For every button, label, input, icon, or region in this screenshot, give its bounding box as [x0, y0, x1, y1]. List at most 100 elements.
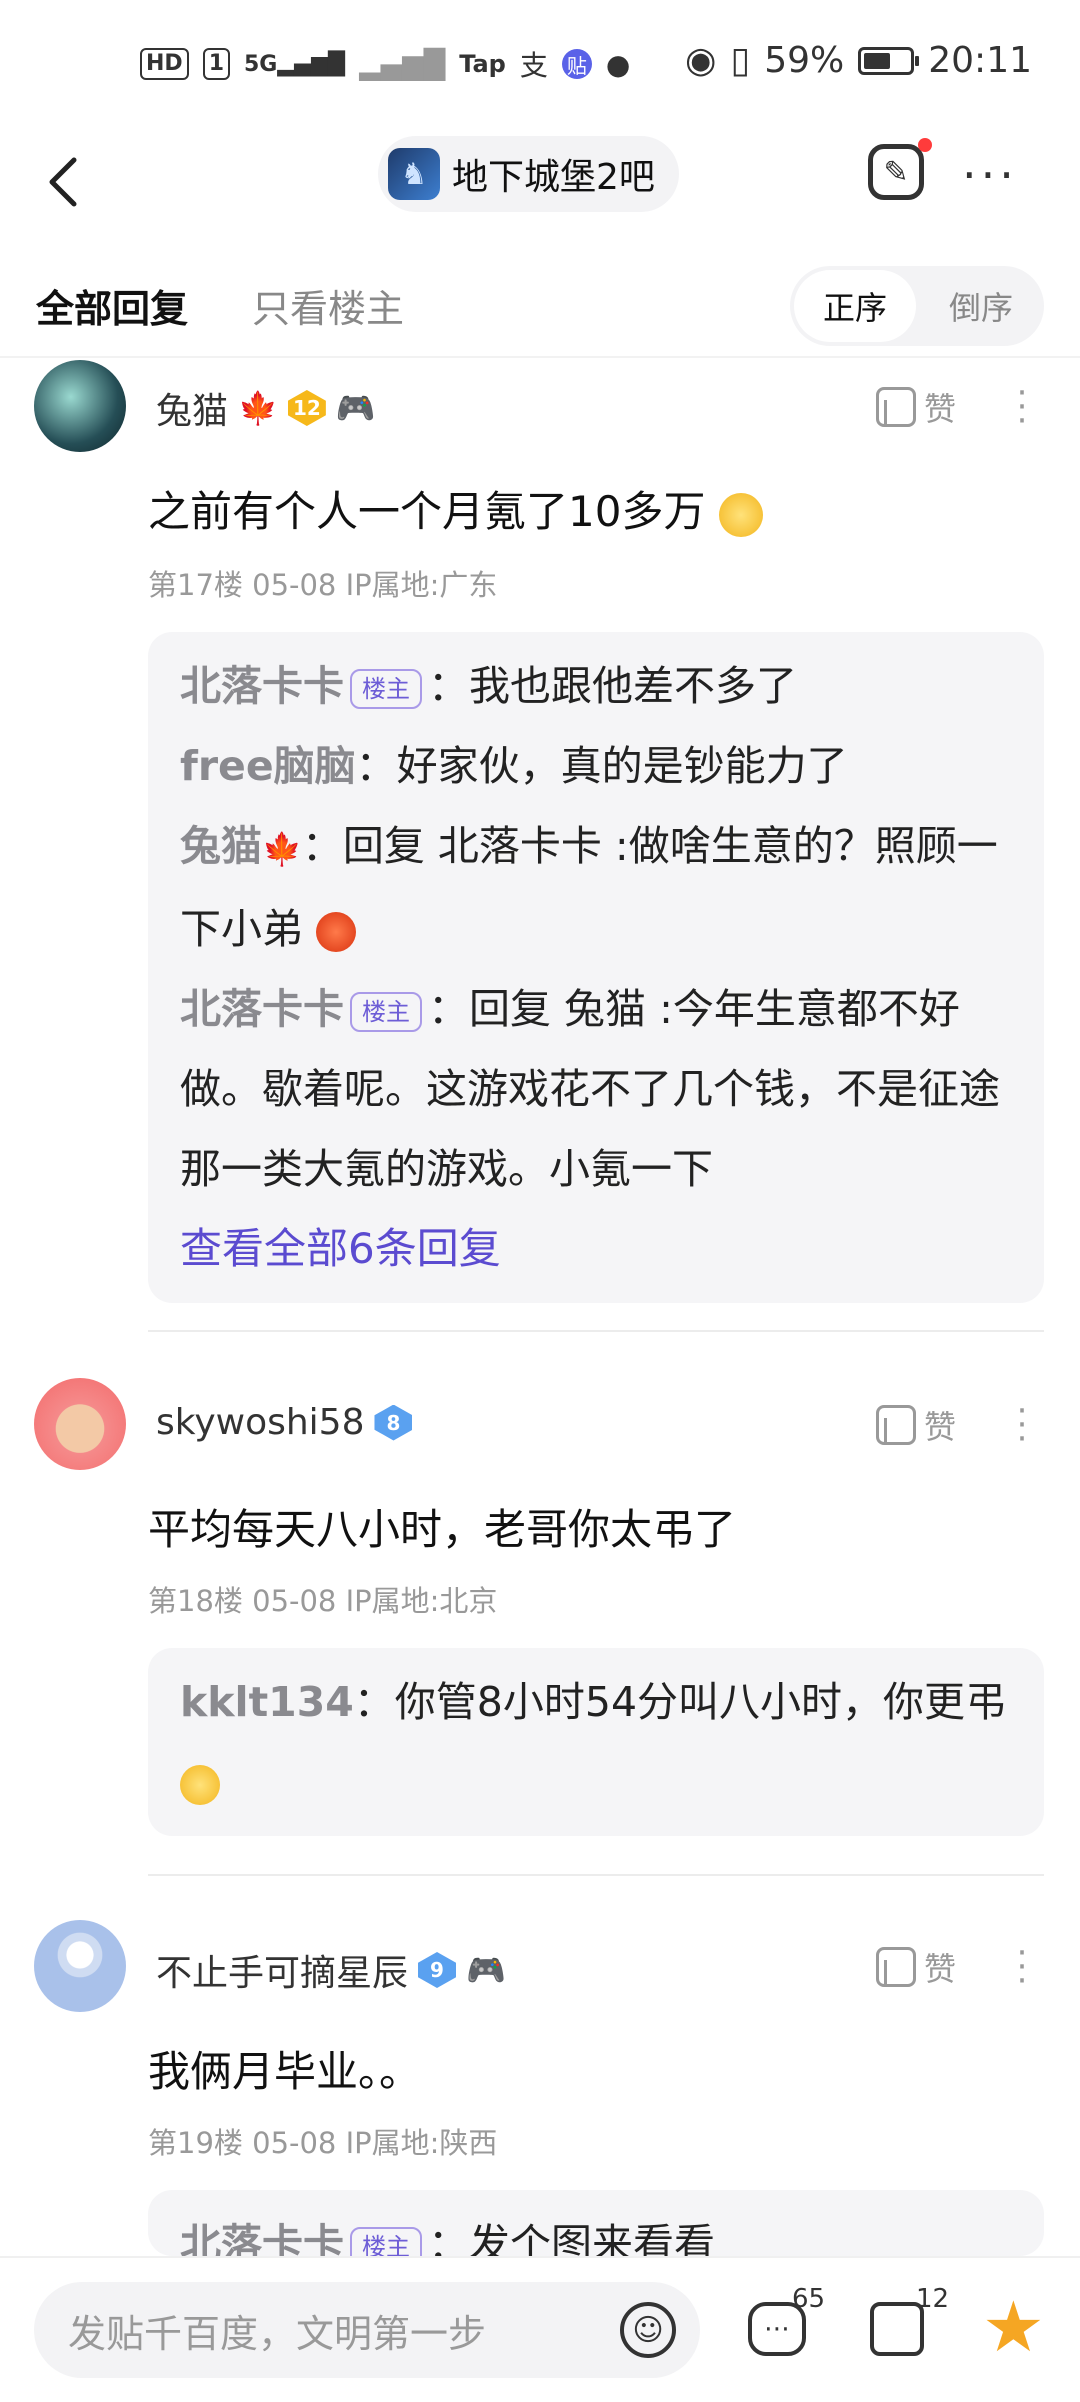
sort-asc-button[interactable]: 正序 [794, 270, 916, 342]
forum-name: 地下城堡2吧 [452, 157, 655, 198]
reply-text: 你管8小时54分叫八小时，你更弔 [394, 1678, 1007, 1726]
tab-op-only[interactable]: 只看楼主 [252, 278, 404, 333]
reply-box: 北落卡卡 楼主 ：发个图来看看 [148, 2190, 1044, 2256]
avatar[interactable] [34, 1920, 126, 2012]
qq-icon: ● [605, 47, 631, 81]
eye-icon: ◉ [685, 40, 717, 81]
gamepad-icon: 🎮 [335, 389, 376, 427]
vibrate-icon: ▯ [730, 40, 751, 81]
post-more-icon[interactable]: · · · [1016, 1394, 1028, 1456]
post-more-icon[interactable]: · · · [1016, 376, 1028, 438]
gamepad-icon: 🎮 [466, 1951, 506, 1989]
back-button[interactable] [44, 152, 84, 222]
reply-author[interactable]: free脑脑 [180, 742, 356, 790]
like-label: 赞 [924, 1950, 957, 1988]
favorite-star-icon[interactable]: ★ [982, 2292, 1045, 2362]
reply-item[interactable]: kklt134：你管8小时54分叫八小时，你更弔 [180, 1662, 1012, 1822]
reply-item[interactable]: 北落卡卡 楼主 ：发个图来看看 [180, 2204, 1012, 2256]
comment-count: 65 [792, 2284, 826, 2314]
reply-author[interactable]: 北落卡卡 [180, 985, 344, 1033]
reply-author[interactable]: 北落卡卡 [180, 2220, 344, 2256]
sort-desc-button[interactable]: 倒序 [922, 270, 1040, 342]
post-text: 我俩月毕业。。 [148, 2047, 422, 2096]
reply-item[interactable]: free脑脑：好家伙，真的是钞能力了 [180, 726, 1012, 806]
post-divider [148, 1874, 1044, 1876]
comment-icon: ⋯ [764, 2314, 790, 2344]
username[interactable]: 兔猫 [156, 382, 228, 434]
nav-bar: ♞ 地下城堡2吧 ✎ ··· [0, 130, 1080, 240]
op-tag: 楼主 [350, 2227, 422, 2256]
level-badge: 12 [287, 390, 326, 426]
like-label: 赞 [924, 390, 957, 428]
reply-author[interactable]: kklt134 [180, 1678, 354, 1726]
compose-button[interactable]: ✎ [868, 144, 924, 200]
level-badge: 8 [374, 1404, 413, 1441]
battery-icon [858, 46, 920, 75]
post-text: 平均每天八小时，老哥你太弔了 [148, 1505, 737, 1554]
hd-icon: HD [140, 48, 189, 80]
notification-dot [918, 138, 932, 152]
user-row: 兔猫 🍁 12 🎮 [156, 382, 376, 434]
post-meta: 第18楼 05-08 IP属地:北京 [148, 1584, 498, 1618]
status-left-icons: HD 1 5G▂▄▆█ ▂▄▆█ Tap 支 贴 ● [140, 44, 630, 84]
reply-sep: ： [428, 2220, 469, 2256]
username[interactable]: skywoshi58 [156, 1402, 364, 1443]
reply-text: 我也跟他差不多了 [469, 662, 797, 710]
thumbs-up-icon [876, 1947, 916, 1987]
battery-percent: 59% [764, 40, 845, 81]
reply-item[interactable]: 北落卡卡 楼主 ：我也跟他差不多了 [180, 646, 1012, 726]
clock: 20:11 [928, 40, 1032, 81]
tieba-icon: 贴 [561, 49, 592, 79]
signal-icon: ▂▄▆█ [359, 47, 446, 81]
avatar[interactable] [34, 1378, 126, 1470]
chevron-left-icon [49, 157, 77, 207]
forum-pill[interactable]: ♞ 地下城堡2吧 [378, 136, 679, 212]
level-badge: 9 [418, 1952, 457, 1988]
reply-sep: ： [353, 1678, 395, 1726]
reply-author[interactable]: 兔猫 [180, 822, 262, 870]
status-bar: HD 1 5G▂▄▆█ ▂▄▆█ Tap 支 贴 ● ◉ ▯ 59% 20:11 [0, 0, 1080, 130]
reply-text: 好家伙，真的是钞能力了 [396, 742, 848, 790]
battery-fill [864, 52, 891, 69]
taptap-icon: Tap [459, 50, 506, 78]
thumbs-up-icon [876, 387, 916, 427]
sort-order-toggle: 正序 倒序 [790, 266, 1044, 346]
op-tag: 楼主 [350, 992, 422, 1032]
like-label: 赞 [924, 1408, 957, 1446]
maple-leaf-icon: 🍁 [238, 389, 278, 427]
avatar[interactable] [34, 360, 126, 452]
like-button[interactable]: 赞 [876, 1944, 956, 1990]
post-meta: 第19楼 05-08 IP属地:陕西 [148, 2126, 498, 2160]
reply-sep: ： [428, 662, 469, 710]
reply-box: 北落卡卡 楼主 ：我也跟他差不多了 free脑脑：好家伙，真的是钞能力了 兔猫🍁：回… [148, 632, 1044, 1303]
user-row: 不止手可摘星辰 9 🎮 [156, 1944, 506, 1996]
like-button[interactable]: 赞 [876, 1402, 956, 1448]
post-divider [148, 1330, 1044, 1332]
reply-item[interactable]: 兔猫🍁：回复 北落卡卡 :做啥生意的？照顾一下小弟 [180, 806, 1012, 969]
post-meta: 第17楼 05-08 IP属地:广东 [148, 568, 498, 602]
post-text-content: 之前有个人一个月氪了10多万 [148, 487, 706, 536]
reply-box: kklt134：你管8小时54分叫八小时，你更弔 [148, 1648, 1044, 1836]
like-button[interactable]: 赞 [876, 384, 956, 430]
more-button[interactable]: ··· [962, 148, 1018, 202]
view-all-replies-link[interactable]: 查看全部6条回复 [180, 1209, 1012, 1289]
emoji-button[interactable]: ☺ [620, 2302, 676, 2358]
reply-item[interactable]: 北落卡卡 楼主 ：回复 兔猫 :今年生意都不好做。歇着呢。这游戏花不了几个钱，不是征… [180, 969, 1012, 1209]
reply-author[interactable]: 北落卡卡 [180, 662, 344, 710]
reply-text: 发个图来看看 [469, 2220, 715, 2256]
forum-logo-icon: ♞ [388, 148, 440, 200]
angry-emoji-icon [316, 912, 357, 952]
post-more-icon[interactable]: · · · [1016, 1936, 1028, 1998]
crying-emoji-icon [180, 1765, 220, 1805]
smile-icon: ☺ [632, 2312, 664, 2348]
comment-input[interactable]: 发贴千百度，文明第一步 [34, 2282, 700, 2378]
user-row: skywoshi58 8 [156, 1402, 413, 1443]
post-text: 之前有个人一个月氪了10多万 [148, 478, 763, 539]
tab-all-replies[interactable]: 全部回复 [36, 278, 188, 333]
thumbs-up-icon [876, 1405, 916, 1445]
smile-emoji-icon [718, 492, 763, 537]
reply-sep: ： [301, 822, 343, 870]
username[interactable]: 不止手可摘星辰 [156, 1944, 408, 1996]
maple-leaf-icon: 🍁 [262, 830, 302, 868]
status-right: ◉ ▯ 59% 20:11 [685, 40, 1032, 81]
